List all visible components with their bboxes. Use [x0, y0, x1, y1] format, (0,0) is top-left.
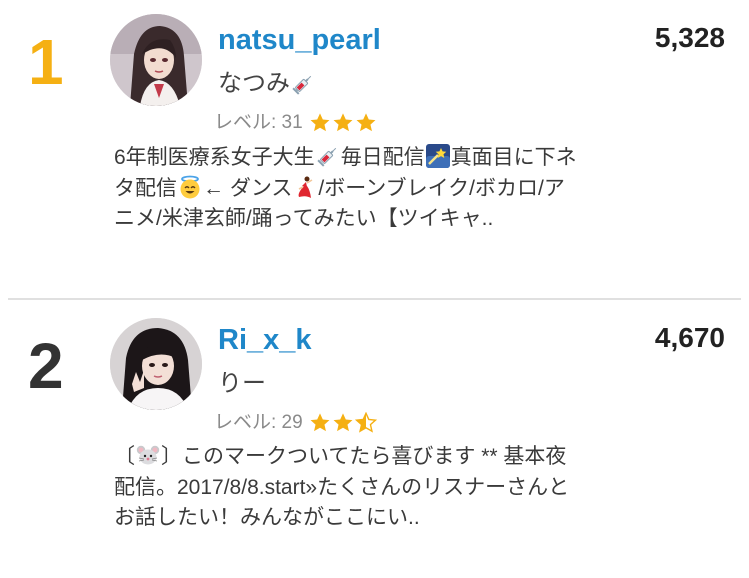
halo-smile-icon: [178, 175, 202, 199]
score-value: 4,670: [654, 322, 725, 353]
level-stars: [309, 112, 377, 133]
profile-bio: 〔〕このマークついてたら喜びます ** 基本夜配信。2017/8/8.start…: [114, 442, 584, 534]
username-link[interactable]: natsu_pearl: [218, 26, 381, 55]
display-name-text: なつみ: [218, 70, 290, 97]
star-half-icon: [354, 412, 377, 433]
avatar[interactable]: [110, 14, 202, 106]
level-row: レベル: 29: [214, 412, 377, 433]
display-name-text: りー: [218, 370, 266, 397]
display-name: なつみ: [218, 72, 316, 96]
profile-bio: 6年制医療系女子大生 毎日配信 真面目に下ネタ配信 ← ダンス/ボーンブレイク/ボカロ…: [114, 143, 584, 235]
bio-text: 毎日配信: [340, 146, 425, 169]
display-name: りー: [218, 372, 266, 396]
dancer-icon: [293, 175, 317, 199]
level-label: レベル: 29: [214, 412, 303, 433]
bio-text: 〕このマークついてたら喜びます ** 基本夜配信。2017/8/8.start»…: [114, 445, 570, 529]
star-full-icon: [333, 113, 353, 132]
username-link[interactable]: Ri_x_k: [218, 326, 312, 355]
star-full-icon: [333, 413, 353, 432]
bio-text: ← ダンス: [203, 176, 293, 200]
syringe-icon: [316, 144, 340, 168]
star-full-icon: [356, 113, 376, 132]
bio-text: 〔: [114, 445, 135, 468]
avatar[interactable]: [110, 318, 202, 410]
level-label: レベル: 31: [214, 112, 303, 133]
syringe-icon: [291, 72, 315, 96]
star-full-icon: [310, 113, 330, 132]
level-row: レベル: 31: [214, 112, 377, 133]
mouse-face-icon: [136, 443, 160, 467]
rank-number: 1: [28, 26, 64, 98]
shooting-star-icon: [425, 144, 450, 168]
ranking-entry-1[interactable]: 1 natsu_pearl 5,328 なつみ レベル: 31 6年制医療系女子…: [0, 0, 749, 298]
rank-number: 2: [28, 330, 64, 402]
level-stars: [309, 412, 377, 433]
star-full-icon: [310, 413, 330, 432]
bio-text: 6年制医療系女子大生: [114, 146, 315, 169]
score-value: 5,328: [654, 22, 725, 53]
ranking-entry-2[interactable]: 2 Ri_x_k 4,670 りー レベル: 29 〔〕このマークついてたら喜び…: [0, 300, 749, 578]
